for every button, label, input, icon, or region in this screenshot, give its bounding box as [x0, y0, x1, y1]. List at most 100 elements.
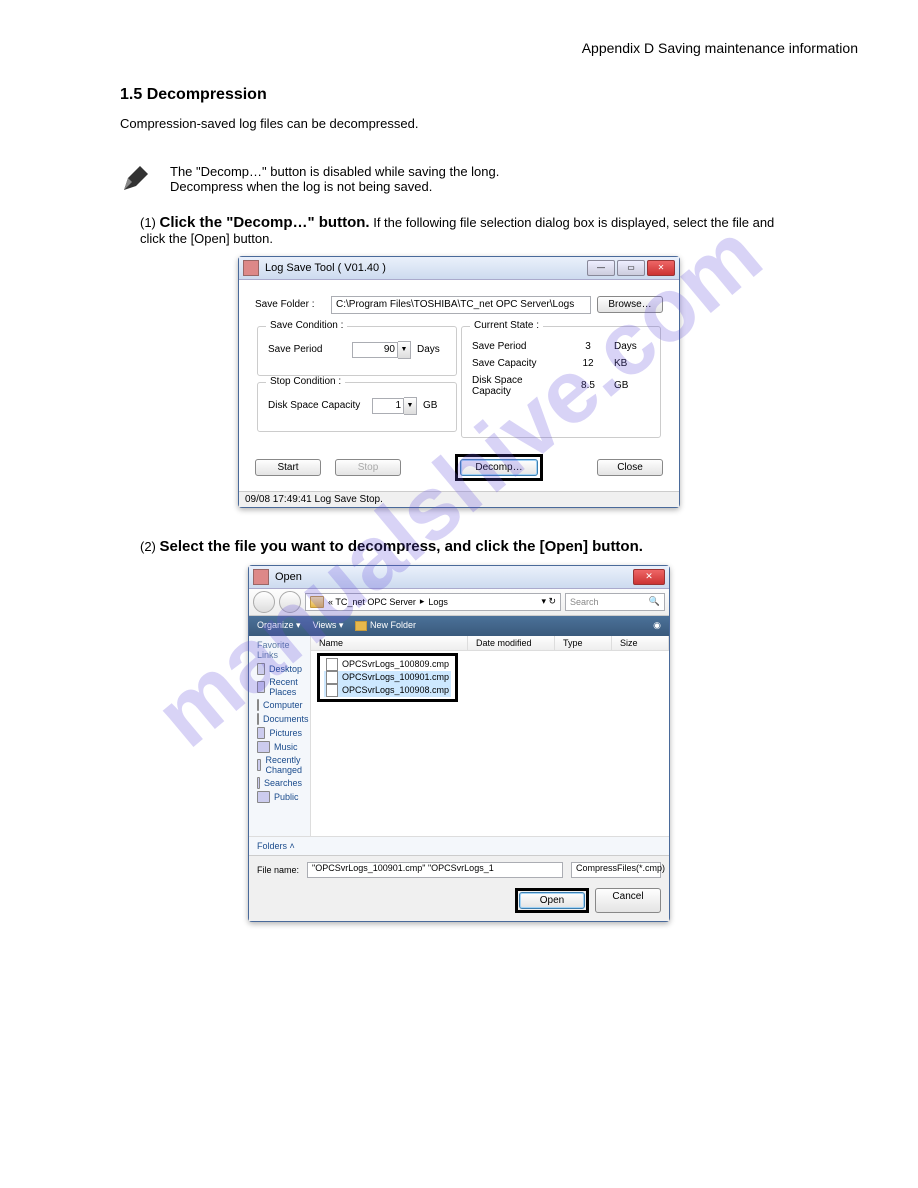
stop-button: Stop	[335, 459, 401, 476]
start-button[interactable]: Start	[255, 459, 321, 476]
step1-number: (1)	[140, 215, 156, 230]
save-folder-input[interactable]: C:\Program Files\TOSHIBA\TC_net OPC Serv…	[331, 296, 591, 314]
chevron-down-icon[interactable]: ▼	[404, 397, 417, 415]
organize-menu[interactable]: Organize ▾	[257, 620, 301, 631]
note-line-1: The "Decomp…" button is disabled while s…	[170, 164, 499, 179]
cs-disk-label: Disk Space Capacity	[472, 375, 562, 397]
recent-icon	[257, 681, 265, 693]
days-label: Days	[417, 344, 440, 355]
step2-title: Select the file you want to decompress, …	[160, 538, 643, 555]
cancel-button[interactable]: Cancel	[595, 888, 661, 913]
sidebar-item-computer[interactable]: Computer	[249, 698, 310, 712]
minimize-button[interactable]: —	[587, 260, 615, 276]
disk-space-label: Disk Space Capacity	[268, 400, 366, 411]
filename-label: File name:	[257, 865, 299, 875]
nav-back-button[interactable]	[253, 591, 275, 613]
app-icon	[253, 569, 269, 585]
cs-save-cap-label: Save Capacity	[472, 358, 562, 369]
gb-label: GB	[423, 400, 437, 411]
chevron-down-icon[interactable]: ▼	[398, 341, 411, 359]
window-title: Log Save Tool ( V01.40 )	[265, 262, 587, 274]
documents-icon	[257, 713, 259, 725]
search-placeholder: Search	[570, 597, 599, 607]
sidebar-item-music[interactable]: Music	[249, 740, 310, 754]
music-icon	[257, 741, 270, 753]
close-app-button[interactable]: Close	[597, 459, 663, 476]
save-condition-label: Save Condition :	[266, 320, 347, 331]
cs-disk-value: 8.5	[568, 380, 608, 391]
maximize-button[interactable]: ▭	[617, 260, 645, 276]
save-period-input[interactable]	[352, 342, 398, 358]
note-line-2: Decompress when the log is not being sav…	[170, 179, 499, 194]
search-input[interactable]: Search 🔍	[565, 593, 665, 611]
disk-space-combo[interactable]: ▼	[372, 397, 417, 415]
address-bar[interactable]: « TC_net OPC Server ▸ Logs ▾ ↻	[305, 593, 561, 611]
subsection-title: 1.5 Decompression	[120, 86, 858, 104]
public-icon	[257, 791, 270, 803]
decomp-button[interactable]: Decomp…	[460, 459, 538, 476]
folder-icon	[310, 596, 324, 608]
computer-icon	[257, 699, 259, 711]
search-icon: 🔍	[649, 596, 660, 607]
step2-number: (2)	[140, 539, 156, 554]
cs-save-period-label: Save Period	[472, 341, 562, 352]
desktop-icon	[257, 663, 265, 675]
sidebar-item-public[interactable]: Public	[249, 790, 310, 804]
favorite-links-label: Favorite Links	[249, 638, 310, 662]
changed-icon	[257, 759, 261, 771]
search-folder-icon	[257, 777, 260, 789]
breadcrumb-1[interactable]: « TC_net OPC Server	[328, 597, 416, 607]
cs-save-period-value: 3	[568, 341, 608, 352]
open-file-dialog: Open ✕ « TC_net OPC Server ▸ Logs ▾ ↻ Se…	[248, 565, 670, 922]
close-button[interactable]: ✕	[633, 569, 665, 585]
intro-text: Compression-saved log files can be decom…	[120, 114, 798, 134]
browse-button[interactable]: Browse…	[597, 296, 663, 313]
app-icon	[243, 260, 259, 276]
list-item[interactable]: OPCSvrLogs_100901.cmp	[324, 671, 451, 684]
appendix-header: Appendix D Saving maintenance informatio…	[60, 40, 858, 56]
sidebar-item-recent[interactable]: Recent Places	[249, 676, 310, 698]
col-type[interactable]: Type	[555, 636, 612, 650]
stop-condition-label: Stop Condition :	[266, 376, 345, 387]
open-button[interactable]: Open	[519, 892, 585, 909]
pencil-note-icon	[120, 164, 150, 194]
step1-title: Click the "Decomp…" button.	[160, 214, 370, 231]
pictures-icon	[257, 727, 265, 739]
file-icon	[326, 658, 338, 671]
sidebar-item-searches[interactable]: Searches	[249, 776, 310, 790]
dialog-title: Open	[275, 571, 633, 583]
kb-label: KB	[614, 358, 627, 369]
filename-input[interactable]: "OPCSvrLogs_100901.cmp" "OPCSvrLogs_1	[307, 862, 563, 878]
list-item[interactable]: OPCSvrLogs_100809.cmp	[324, 658, 451, 671]
views-menu[interactable]: Views ▾	[313, 620, 344, 631]
cs-days-label: Days	[614, 341, 637, 352]
log-save-tool-window: Log Save Tool ( V01.40 ) — ▭ ✕ Save Fold…	[238, 256, 680, 508]
file-type-filter[interactable]: CompressFiles(*.cmp)	[571, 862, 661, 878]
file-list-highlight: OPCSvrLogs_100809.cmp OPCSvrLogs_100901.…	[317, 653, 458, 702]
col-name[interactable]: Name	[311, 636, 468, 650]
folders-toggle[interactable]: Folders ˄	[249, 836, 669, 855]
disk-space-input[interactable]	[372, 398, 404, 414]
col-date[interactable]: Date modified	[468, 636, 555, 650]
new-folder-button[interactable]: New Folder	[355, 620, 416, 631]
cs-save-cap-value: 12	[568, 358, 608, 369]
help-icon[interactable]: ◉	[653, 620, 661, 631]
list-item[interactable]: OPCSvrLogs_100908.cmp	[324, 684, 451, 697]
sidebar-item-documents[interactable]: Documents	[249, 712, 310, 726]
save-period-combo[interactable]: ▼	[352, 341, 411, 359]
sidebar-item-pictures[interactable]: Pictures	[249, 726, 310, 740]
col-size[interactable]: Size	[612, 636, 669, 650]
current-state-label: Current State :	[470, 320, 543, 331]
decomp-highlight: Decomp…	[455, 454, 543, 481]
nav-forward-button[interactable]	[279, 591, 301, 613]
sidebar-item-desktop[interactable]: Desktop	[249, 662, 310, 676]
sidebar-item-recently-changed[interactable]: Recently Changed	[249, 754, 310, 776]
breadcrumb-2[interactable]: Logs	[428, 597, 448, 607]
open-button-highlight: Open	[515, 888, 589, 913]
file-icon	[326, 671, 338, 684]
close-button[interactable]: ✕	[647, 260, 675, 276]
save-period-label: Save Period	[268, 344, 346, 355]
cs-gb-label: GB	[614, 380, 628, 391]
save-folder-label: Save Folder :	[255, 299, 325, 310]
folder-icon	[355, 621, 367, 631]
